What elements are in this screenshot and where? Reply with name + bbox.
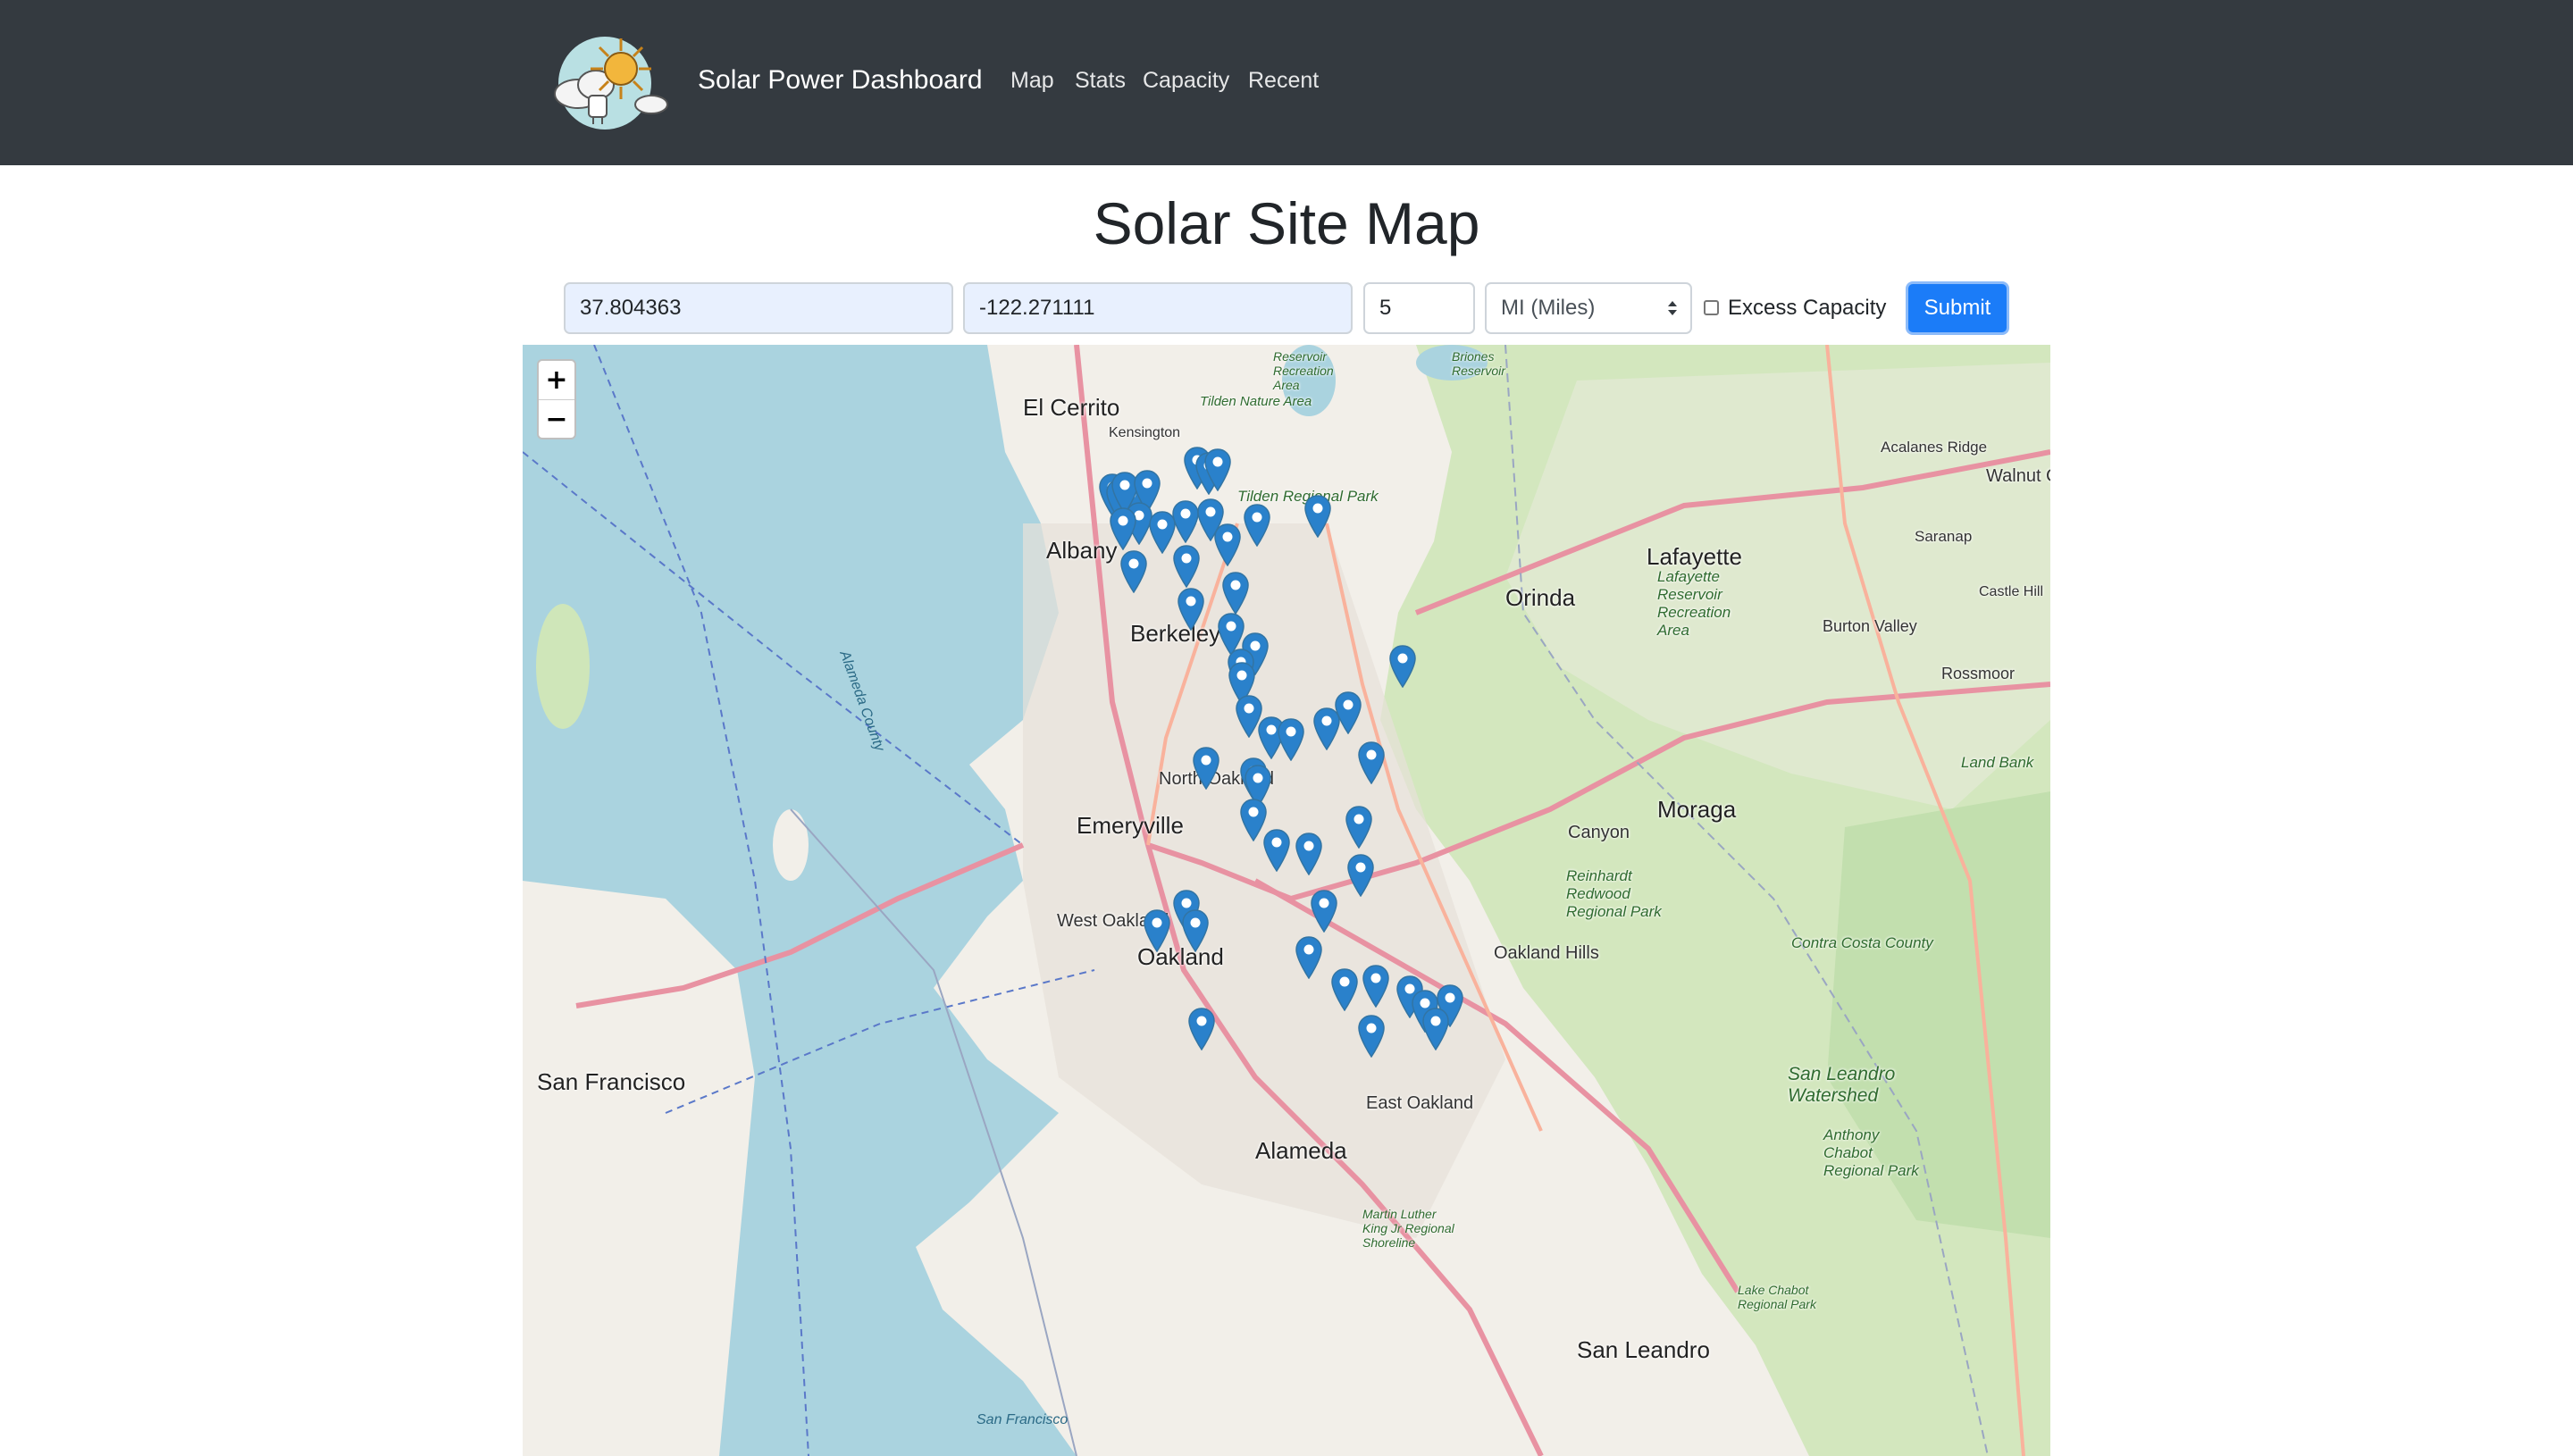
map-pin-icon[interactable] bbox=[1345, 806, 1372, 849]
map-pin-icon[interactable] bbox=[1311, 890, 1337, 933]
place-label-berkeley: Berkeley bbox=[1130, 620, 1221, 647]
place-label-canyon: Canyon bbox=[1568, 823, 1630, 842]
place-label-castle-hill: Castle Hill bbox=[1979, 584, 2044, 599]
unit-select-value: MI (Miles) bbox=[1501, 296, 1596, 320]
place-label-saranap: Saranap bbox=[1915, 528, 1973, 545]
map-pin-icon[interactable] bbox=[1110, 507, 1136, 550]
map-pin-icon[interactable] bbox=[1295, 936, 1322, 979]
map-pin-icon[interactable] bbox=[1362, 965, 1389, 1008]
map-pin-icon[interactable] bbox=[1263, 829, 1290, 872]
map-pin-icon[interactable] bbox=[1214, 523, 1241, 566]
map-pin-icon[interactable] bbox=[1389, 645, 1416, 688]
map-pin-icon[interactable] bbox=[1358, 741, 1385, 784]
place-label-san-leandro: San Leandro bbox=[1577, 1336, 1710, 1363]
place-label-walnut-creek: Walnut Creek bbox=[1986, 466, 2050, 486]
map-pin-icon[interactable] bbox=[1144, 909, 1170, 952]
submit-button[interactable]: Submit bbox=[1906, 281, 2009, 335]
map-pin-icon[interactable] bbox=[1244, 504, 1270, 547]
map-pin-icon[interactable] bbox=[1335, 691, 1362, 734]
place-label-emeryville: Emeryville bbox=[1077, 812, 1184, 839]
park-label-tilden-nature-area: Tilden Nature Area bbox=[1200, 394, 1312, 409]
map-pin-icon[interactable] bbox=[1178, 588, 1204, 631]
label-san-francisco-water: San Francisco bbox=[976, 1412, 1069, 1427]
park-label-briones: Briones Reservoir bbox=[1452, 349, 1505, 378]
brand-title[interactable]: Solar Power Dashboard bbox=[698, 61, 983, 100]
solar-site-map[interactable]: El Cerrito Kensington Albany Berkeley No… bbox=[523, 345, 2050, 1456]
nav-link-map[interactable]: Map bbox=[1010, 64, 1054, 96]
place-label-alameda: Alameda bbox=[1255, 1137, 1347, 1164]
zoom-out-button[interactable]: − bbox=[539, 400, 574, 439]
map-pin-icon[interactable] bbox=[1422, 1008, 1449, 1050]
map-pin-icon[interactable] bbox=[1172, 500, 1199, 543]
map-pin-icon[interactable] bbox=[1358, 1015, 1385, 1058]
map-pin-icon[interactable] bbox=[1278, 718, 1304, 761]
map-pin-icon[interactable] bbox=[1204, 448, 1231, 491]
zoom-control: + − bbox=[537, 359, 576, 439]
place-label-moraga: Moraga bbox=[1657, 796, 1737, 823]
place-label-rossmoor: Rossmoor bbox=[1941, 665, 2016, 682]
map-pin-icon[interactable] bbox=[1347, 854, 1374, 897]
place-label-burton-valley: Burton Valley bbox=[1823, 617, 1917, 635]
longitude-input[interactable] bbox=[963, 282, 1353, 334]
latitude-input[interactable] bbox=[564, 282, 953, 334]
place-label-orinda: Orinda bbox=[1505, 584, 1576, 611]
place-label-east-oakland: East Oakland bbox=[1366, 1093, 1474, 1113]
map-pin-icon[interactable] bbox=[1295, 833, 1322, 875]
place-label-kensington: Kensington bbox=[1109, 425, 1181, 440]
place-label-el-cerrito: El Cerrito bbox=[1023, 394, 1120, 421]
label-land-bank: Land Bank bbox=[1961, 754, 2034, 771]
place-label-albany: Albany bbox=[1046, 537, 1118, 564]
radius-input[interactable] bbox=[1363, 282, 1475, 334]
navbar: Solar Power Dashboard Map Stats Capacity… bbox=[0, 0, 2573, 165]
page-title: Solar Site Map bbox=[1093, 190, 1480, 256]
map-pin-icon[interactable] bbox=[1331, 968, 1358, 1011]
excess-capacity-checkbox[interactable] bbox=[1704, 300, 1719, 315]
place-label-san-francisco: San Francisco bbox=[537, 1068, 686, 1095]
label-contra-costa-county: Contra Costa County bbox=[1791, 934, 1933, 951]
map-pin-icon[interactable] bbox=[1193, 747, 1219, 790]
park-label-reinhardt: Reinhardt Redwood Regional Park bbox=[1566, 867, 1662, 920]
park-label-anthony-chabot: Anthony Chabot Regional Park bbox=[1823, 1126, 1919, 1179]
nav-link-capacity[interactable]: Capacity bbox=[1143, 64, 1229, 96]
place-label-acalanes-ridge: Acalanes Ridge bbox=[1881, 439, 1988, 456]
place-label-lafayette: Lafayette bbox=[1647, 543, 1742, 570]
zoom-in-button[interactable]: + bbox=[539, 361, 574, 400]
map-pin-icon[interactable] bbox=[1304, 495, 1331, 538]
park-label-lafayette-reservoir: Lafayette Reservoir Recreation Area bbox=[1657, 568, 1731, 639]
map-pin-icon[interactable] bbox=[1173, 545, 1200, 588]
excess-capacity-label[interactable]: Excess Capacity bbox=[1728, 292, 1886, 324]
solar-logo-icon[interactable] bbox=[551, 31, 672, 133]
park-label-lake-chabot: Lake Chabot Regional Park bbox=[1738, 1283, 1816, 1311]
place-label-oakland-hills: Oakland Hills bbox=[1494, 943, 1599, 963]
select-arrows-icon bbox=[1668, 301, 1677, 315]
map-pin-icon[interactable] bbox=[1188, 1008, 1215, 1050]
park-label-san-leandro-watershed: San Leandro Watershed bbox=[1788, 1064, 1896, 1106]
map-pin-icon[interactable] bbox=[1182, 909, 1209, 952]
map-pin-icon[interactable] bbox=[1120, 550, 1147, 593]
map-pin-icon[interactable] bbox=[1222, 572, 1249, 615]
park-label-san-pablo-reservoir: Reservoir Recreation Area bbox=[1273, 349, 1334, 392]
unit-select[interactable]: MI (Miles) bbox=[1485, 282, 1692, 334]
nav-link-stats[interactable]: Stats bbox=[1075, 64, 1126, 96]
nav-link-recent[interactable]: Recent bbox=[1248, 64, 1319, 96]
park-label-mlk-shoreline: Martin Luther King Jr Regional Shoreline bbox=[1362, 1207, 1454, 1250]
